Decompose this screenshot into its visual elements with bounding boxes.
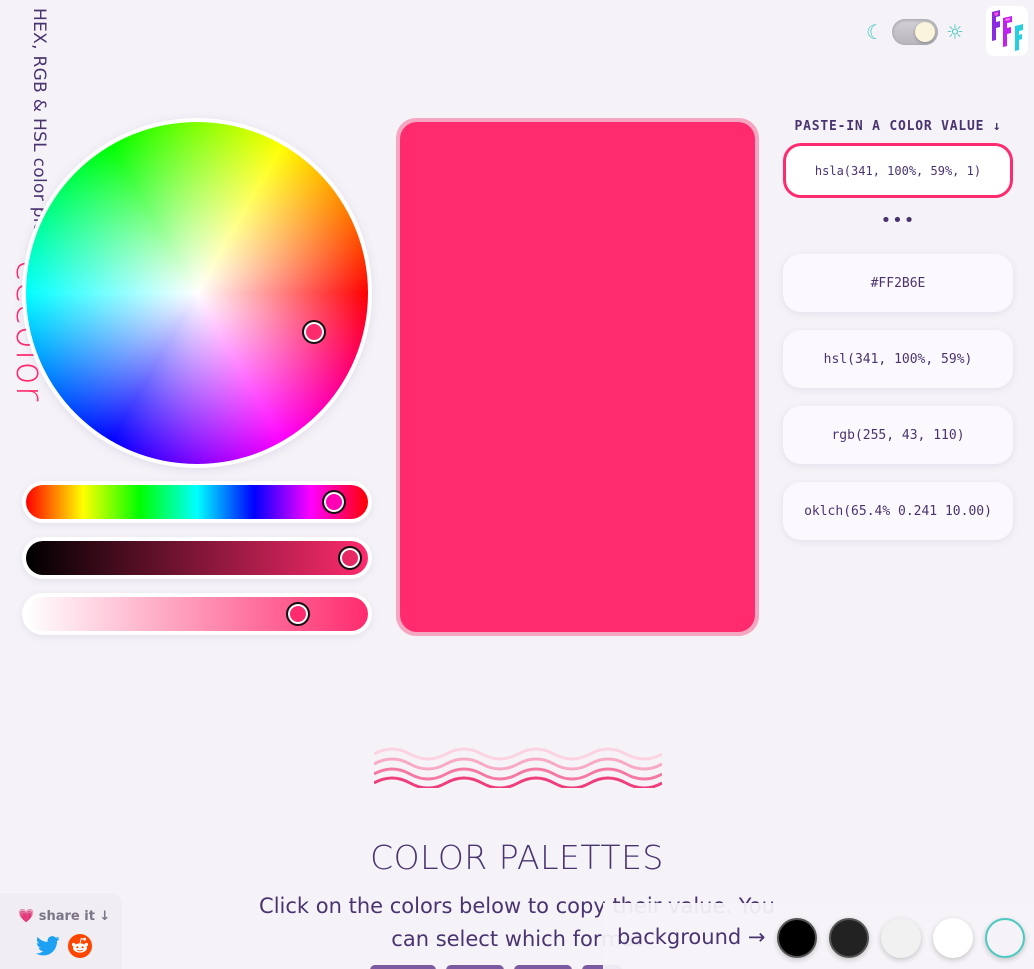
hue-slider[interactable] [22, 481, 372, 523]
format-hex[interactable]: #FF2B6E [783, 254, 1013, 312]
palette-format-button[interactable] [370, 965, 436, 969]
theme-switcher: ☾ ☼ [866, 18, 964, 46]
palette-format-button[interactable] [446, 965, 504, 969]
color-preview-swatch [400, 122, 755, 632]
hue-slider-handle[interactable] [322, 490, 346, 514]
background-swatch-light[interactable] [881, 918, 921, 958]
more-formats-icon[interactable]: ••• [783, 210, 1013, 231]
background-swatch-black[interactable] [777, 918, 817, 958]
palettes-title: COLOR PALETTES [370, 838, 664, 877]
lightness-track[interactable] [26, 541, 368, 575]
reddit-icon[interactable] [68, 934, 92, 958]
paste-label: PASTE-IN A COLOR VALUE ↓ [794, 119, 1002, 134]
color-wheel[interactable] [22, 118, 372, 468]
color-value-input[interactable]: hsla(341, 100%, 59%, 1) [783, 143, 1013, 198]
share-label: 💗 share it ↓ [18, 909, 110, 924]
toggle-knob [914, 22, 935, 42]
background-chooser: background → [603, 903, 1034, 969]
background-label: background → [617, 925, 766, 949]
share-text: share it ↓ [38, 909, 111, 924]
color-preview [396, 118, 759, 636]
background-swatch-dark[interactable] [829, 918, 869, 958]
alpha-slider[interactable] [22, 593, 372, 635]
hue-track[interactable] [26, 485, 368, 519]
heart-icon: 💗 [18, 909, 35, 924]
share-panel: 💗 share it ↓ [0, 893, 122, 969]
wave-divider-icon [374, 747, 662, 788]
color-wheel-surface[interactable] [26, 122, 368, 464]
alpha-track[interactable] [26, 597, 368, 631]
palette-format-button[interactable] [514, 965, 572, 969]
twitter-icon[interactable] [36, 935, 60, 957]
format-rgb[interactable]: rgb(255, 43, 110) [783, 406, 1013, 464]
lightness-slider[interactable] [22, 537, 372, 579]
format-oklch[interactable]: oklch(65.4% 0.241 10.00) [783, 482, 1013, 540]
app-logo-icon[interactable] [986, 6, 1028, 56]
theme-toggle[interactable] [891, 19, 938, 45]
color-wheel-handle[interactable] [302, 320, 326, 344]
format-hsl[interactable]: hsl(341, 100%, 59%) [783, 330, 1013, 388]
moon-icon: ☾ [866, 20, 884, 44]
palette-format-buttons [370, 965, 622, 969]
background-swatch-white[interactable] [933, 918, 973, 958]
background-swatch-default[interactable] [985, 918, 1025, 958]
lightness-slider-handle[interactable] [338, 546, 362, 570]
sun-icon: ☼ [945, 20, 964, 44]
alpha-slider-handle[interactable] [286, 602, 310, 626]
